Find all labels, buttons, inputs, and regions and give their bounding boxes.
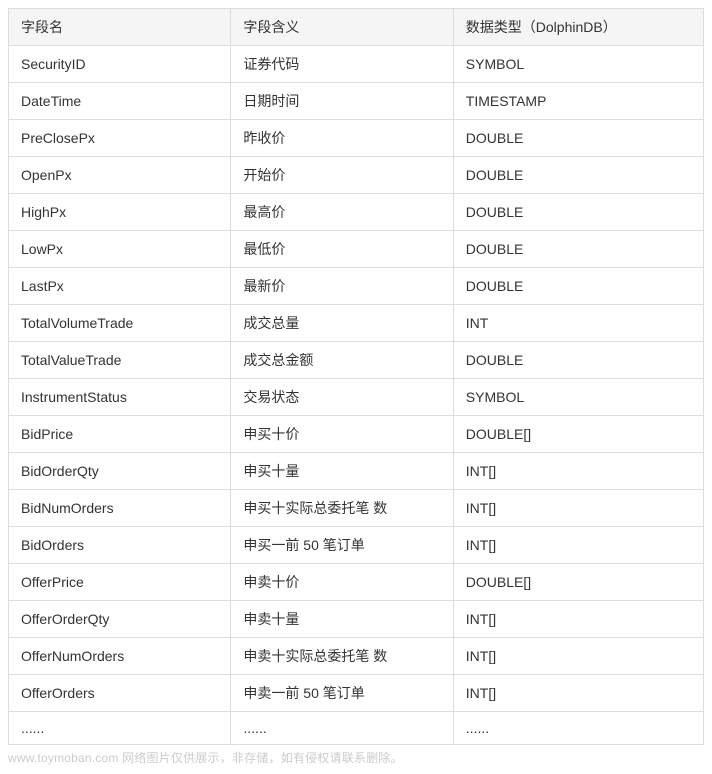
cell-field-meaning: 最新价	[231, 268, 453, 305]
cell-field-meaning: 最低价	[231, 231, 453, 268]
header-data-type: 数据类型（DolphinDB）	[453, 9, 703, 46]
cell-field-meaning: 最高价	[231, 194, 453, 231]
table-row: BidNumOrders 申买十实际总委托笔 数 INT[]	[9, 490, 704, 527]
cell-field-name: InstrumentStatus	[9, 379, 231, 416]
table-row: OpenPx 开始价 DOUBLE	[9, 157, 704, 194]
table-row: HighPx 最高价 DOUBLE	[9, 194, 704, 231]
cell-field-name: LastPx	[9, 268, 231, 305]
cell-field-meaning: 申卖十价	[231, 564, 453, 601]
cell-data-type: SYMBOL	[453, 46, 703, 83]
cell-data-type: INT[]	[453, 453, 703, 490]
cell-field-name: PreClosePx	[9, 120, 231, 157]
table-row: DateTime 日期时间 TIMESTAMP	[9, 83, 704, 120]
cell-field-meaning: 成交总金额	[231, 342, 453, 379]
table-row: BidOrders 申买一前 50 笔订单 INT[]	[9, 527, 704, 564]
cell-data-type: ......	[453, 712, 703, 745]
cell-data-type: INT[]	[453, 490, 703, 527]
cell-data-type: SYMBOL	[453, 379, 703, 416]
cell-data-type: INT[]	[453, 527, 703, 564]
table-row: LastPx 最新价 DOUBLE	[9, 268, 704, 305]
table-row: BidOrderQty 申买十量 INT[]	[9, 453, 704, 490]
cell-data-type: DOUBLE[]	[453, 416, 703, 453]
cell-data-type: DOUBLE[]	[453, 564, 703, 601]
cell-data-type: INT[]	[453, 601, 703, 638]
cell-field-meaning: 证券代码	[231, 46, 453, 83]
cell-field-name: LowPx	[9, 231, 231, 268]
cell-data-type: DOUBLE	[453, 194, 703, 231]
cell-field-name: OfferNumOrders	[9, 638, 231, 675]
table-row: ...... ...... ......	[9, 712, 704, 745]
cell-field-name: OpenPx	[9, 157, 231, 194]
cell-field-meaning: 申买十实际总委托笔 数	[231, 490, 453, 527]
table-header-row: 字段名 字段含义 数据类型（DolphinDB）	[9, 9, 704, 46]
cell-field-name: BidOrderQty	[9, 453, 231, 490]
table-row: TotalVolumeTrade 成交总量 INT	[9, 305, 704, 342]
cell-field-meaning: 成交总量	[231, 305, 453, 342]
cell-field-meaning: 申卖十实际总委托笔 数	[231, 638, 453, 675]
table-row: PreClosePx 昨收价 DOUBLE	[9, 120, 704, 157]
cell-field-meaning: 日期时间	[231, 83, 453, 120]
table-row: BidPrice 申买十价 DOUBLE[]	[9, 416, 704, 453]
cell-data-type: INT	[453, 305, 703, 342]
cell-data-type: DOUBLE	[453, 157, 703, 194]
cell-data-type: INT[]	[453, 675, 703, 712]
cell-field-meaning: 开始价	[231, 157, 453, 194]
cell-field-name: TotalVolumeTrade	[9, 305, 231, 342]
cell-field-name: OfferPrice	[9, 564, 231, 601]
cell-data-type: INT[]	[453, 638, 703, 675]
cell-field-meaning: 申卖十量	[231, 601, 453, 638]
cell-field-name: ......	[9, 712, 231, 745]
cell-data-type: DOUBLE	[453, 231, 703, 268]
cell-field-name: BidOrders	[9, 527, 231, 564]
watermark-text: www.toymoban.com 网络图片仅供展示，非存储，如有侵权请联系删除。	[8, 749, 704, 766]
schema-table: 字段名 字段含义 数据类型（DolphinDB） SecurityID 证券代码…	[8, 8, 704, 745]
cell-field-name: SecurityID	[9, 46, 231, 83]
cell-field-meaning: 申买一前 50 笔订单	[231, 527, 453, 564]
schema-table-container: 字段名 字段含义 数据类型（DolphinDB） SecurityID 证券代码…	[8, 8, 704, 745]
cell-field-meaning: 申卖一前 50 笔订单	[231, 675, 453, 712]
table-body: SecurityID 证券代码 SYMBOL DateTime 日期时间 TIM…	[9, 46, 704, 745]
cell-data-type: DOUBLE	[453, 120, 703, 157]
cell-field-name: TotalValueTrade	[9, 342, 231, 379]
cell-field-meaning: 申买十量	[231, 453, 453, 490]
cell-data-type: TIMESTAMP	[453, 83, 703, 120]
header-field-name: 字段名	[9, 9, 231, 46]
table-row: LowPx 最低价 DOUBLE	[9, 231, 704, 268]
cell-field-name: BidPrice	[9, 416, 231, 453]
table-row: InstrumentStatus 交易状态 SYMBOL	[9, 379, 704, 416]
table-row: OfferOrderQty 申卖十量 INT[]	[9, 601, 704, 638]
cell-field-name: BidNumOrders	[9, 490, 231, 527]
table-row: OfferNumOrders 申卖十实际总委托笔 数 INT[]	[9, 638, 704, 675]
cell-field-meaning: 昨收价	[231, 120, 453, 157]
cell-field-name: HighPx	[9, 194, 231, 231]
table-row: OfferPrice 申卖十价 DOUBLE[]	[9, 564, 704, 601]
header-field-meaning: 字段含义	[231, 9, 453, 46]
table-row: SecurityID 证券代码 SYMBOL	[9, 46, 704, 83]
cell-field-name: OfferOrders	[9, 675, 231, 712]
cell-field-meaning: 交易状态	[231, 379, 453, 416]
cell-field-name: DateTime	[9, 83, 231, 120]
cell-data-type: DOUBLE	[453, 342, 703, 379]
cell-field-meaning: ......	[231, 712, 453, 745]
table-row: OfferOrders 申卖一前 50 笔订单 INT[]	[9, 675, 704, 712]
table-row: TotalValueTrade 成交总金额 DOUBLE	[9, 342, 704, 379]
cell-field-name: OfferOrderQty	[9, 601, 231, 638]
cell-field-meaning: 申买十价	[231, 416, 453, 453]
cell-data-type: DOUBLE	[453, 268, 703, 305]
